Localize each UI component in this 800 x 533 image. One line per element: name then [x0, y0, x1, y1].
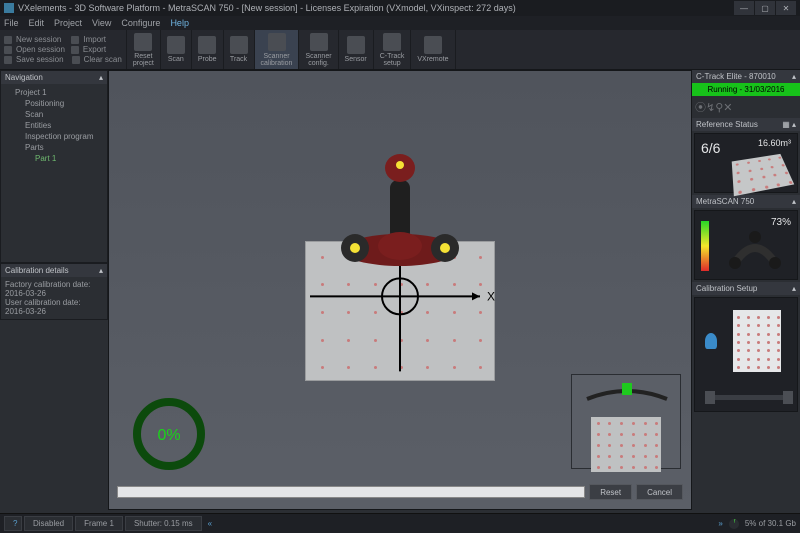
- calibration-details-panel: Calibration details▴ Factory calibration…: [0, 263, 108, 320]
- quick-save-session[interactable]: Save sessionClear scan: [4, 55, 122, 64]
- toolbar-scan[interactable]: Scan: [161, 30, 192, 69]
- menu-project[interactable]: Project: [54, 18, 82, 28]
- reset-icon: [134, 33, 152, 51]
- menu-help[interactable]: Help: [170, 18, 189, 28]
- progress-track: [117, 486, 585, 498]
- toolbar-reset[interactable]: Resetproject: [127, 30, 161, 69]
- calibration-setup-header[interactable]: Calibration Setup▴: [692, 282, 800, 295]
- tree-parts[interactable]: Parts: [5, 142, 103, 153]
- calibration-setup-box: [694, 297, 798, 412]
- menu-configure[interactable]: Configure: [121, 18, 160, 28]
- reference-count: 6/6: [701, 140, 720, 156]
- reference-plate-icon: [732, 154, 795, 196]
- sensor-icon: [347, 36, 365, 54]
- toolbar-vxremote[interactable]: VXremote: [411, 30, 455, 69]
- calib-setup-plate: [733, 310, 781, 372]
- menu-file[interactable]: File: [4, 18, 19, 28]
- menubar: File Edit Project View Configure Help: [0, 16, 800, 30]
- quick-new-session[interactable]: New sessionImport: [4, 35, 122, 44]
- ctrack-header[interactable]: C-Track Elite - 870010▴: [692, 70, 800, 83]
- close-button[interactable]: ✕: [776, 1, 796, 15]
- maximize-button[interactable]: ▢: [755, 1, 775, 15]
- status-disk: 5% of 30.1 Gb: [745, 519, 796, 528]
- ctrack-status: Running - 31/03/2016: [692, 83, 800, 96]
- collapse-icon: ▴: [792, 197, 796, 206]
- user-calib-date: User calibration date: 2016-03-26: [5, 298, 103, 316]
- toolbar-track[interactable]: Track: [224, 30, 255, 69]
- quick-open-session[interactable]: Open sessionExport: [4, 45, 122, 54]
- tree-scan[interactable]: Scan: [5, 109, 103, 120]
- metrascan-box: 73%: [694, 210, 798, 280]
- toolbar-sensor[interactable]: Sensor: [339, 30, 374, 69]
- track-icon: [230, 36, 248, 54]
- toolbar-scanner-config[interactable]: Scannerconfig.: [299, 30, 338, 69]
- scan-icon: [167, 36, 185, 54]
- nav-tree: Project 1 Positioning Scan Entities Insp…: [1, 84, 107, 167]
- window-title: VXelements - 3D Software Platform - Metr…: [18, 3, 516, 13]
- reference-status-header[interactable]: Reference Status▦ ▴: [692, 118, 800, 131]
- heat-bar: [701, 221, 709, 271]
- person-icon: [705, 333, 717, 349]
- collapse-icon: ▴: [792, 284, 796, 293]
- toolbar-ctrack[interactable]: C-Tracksetup: [374, 30, 412, 69]
- reference-status-box: 6/6 16.60m³: [694, 133, 798, 193]
- collapse-icon: ▴: [99, 266, 103, 275]
- factory-calib-date: Factory calibration date: 2016-03-26: [5, 280, 103, 298]
- scanner-config-icon: [310, 33, 328, 51]
- reference-volume: 16.60m³: [758, 138, 791, 148]
- chevron-left-icon[interactable]: «: [204, 519, 216, 528]
- tree-positioning[interactable]: Positioning: [5, 98, 103, 109]
- left-column: Navigation▴ Project 1 Positioning Scan E…: [0, 70, 108, 510]
- toolbar-scanner-calib[interactable]: Scannercalibration: [255, 30, 300, 69]
- viewport-bottom-bar: Reset Cancel: [117, 483, 683, 501]
- thumbnail-view: [571, 374, 681, 469]
- collapse-icon: ▴: [792, 72, 796, 81]
- app-icon: [4, 3, 14, 13]
- ctrack-icons: ⦿↯⚲✕: [692, 96, 800, 118]
- disk-pie-icon: [729, 519, 739, 529]
- svg-text:0%: 0%: [157, 427, 180, 444]
- metrascan-header[interactable]: MetraSCAN 750▴: [692, 195, 800, 208]
- viewport[interactable]: X 0% Reset C: [108, 70, 692, 510]
- probe-icon: [198, 36, 216, 54]
- chevron-right-icon[interactable]: »: [714, 519, 726, 528]
- progress-ring: 0%: [129, 394, 209, 474]
- navigation-panel: Navigation▴ Project 1 Positioning Scan E…: [0, 70, 108, 263]
- scanner-calib-icon: [268, 33, 286, 51]
- menu-edit[interactable]: Edit: [29, 18, 45, 28]
- collapse-icon: ▴: [99, 73, 103, 82]
- status-frame: Frame 1: [75, 516, 123, 531]
- toolbar: New sessionImport Open sessionExport Sav…: [0, 30, 800, 70]
- metrascan-device-icon: [725, 223, 785, 273]
- status-disabled: Disabled: [24, 516, 73, 531]
- minimize-button[interactable]: —: [734, 1, 754, 15]
- titlebar: VXelements - 3D Software Platform - Metr…: [0, 0, 800, 16]
- status-shutter: Shutter: 0.15 ms: [125, 516, 202, 531]
- tree-project[interactable]: Project 1: [5, 87, 103, 98]
- navigation-header[interactable]: Navigation▴: [1, 71, 107, 84]
- tree-entities[interactable]: Entities: [5, 120, 103, 131]
- tree-inspection[interactable]: Inspection program: [5, 131, 103, 142]
- toolbar-quick-group: New sessionImport Open sessionExport Sav…: [0, 30, 127, 69]
- cancel-button[interactable]: Cancel: [636, 484, 683, 500]
- calibration-details-header[interactable]: Calibration details▴: [1, 264, 107, 277]
- grid-icon: ▦ ▴: [782, 120, 796, 129]
- tree-part1[interactable]: Part 1: [5, 153, 103, 164]
- menu-view[interactable]: View: [92, 18, 111, 28]
- right-column: C-Track Elite - 870010▴ Running - 31/03/…: [692, 70, 800, 510]
- ctrack-icon: [383, 33, 401, 51]
- main-area: Navigation▴ Project 1 Positioning Scan E…: [0, 70, 800, 510]
- toolbar-probe[interactable]: Probe: [192, 30, 224, 69]
- scanner-device: [330, 150, 470, 270]
- thumbnail-scanner: [582, 381, 672, 405]
- statusbar: ? Disabled Frame 1 Shutter: 0.15 ms « » …: [0, 513, 800, 533]
- vxremote-icon: [424, 36, 442, 54]
- thumbnail-plate: [591, 417, 661, 472]
- help-status-button[interactable]: ?: [4, 516, 22, 531]
- ctrack-bar-icon: [705, 389, 793, 407]
- reset-button[interactable]: Reset: [589, 484, 632, 500]
